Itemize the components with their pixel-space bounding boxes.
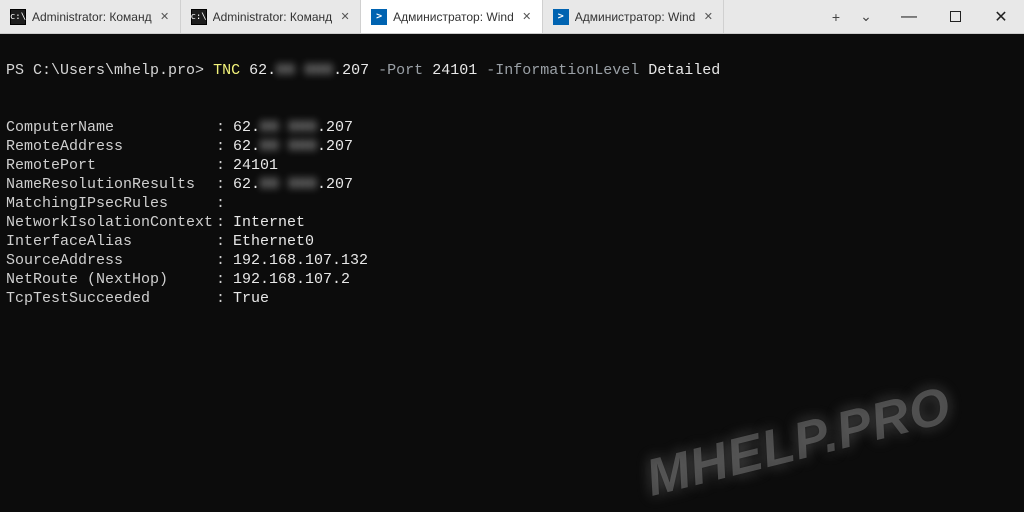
title-bar: c:\ Administrator: Команд ✕ c:\ Administrato… — [0, 0, 1024, 34]
result-row: SourceAddress:192.168.107.132 — [6, 251, 1018, 270]
result-value: 192.168.107.132 — [233, 251, 368, 270]
result-value: True — [233, 289, 269, 308]
tab-3[interactable]: > Администратор: Wind ✕ — [543, 0, 725, 33]
watermark: MHELP.PRO — [645, 396, 952, 490]
result-value: Internet — [233, 213, 305, 232]
tab-label: Administrator: Команд — [32, 10, 152, 24]
powershell-icon: > — [553, 9, 569, 25]
result-key: RemotePort — [6, 156, 216, 175]
result-key: TcpTestSucceeded — [6, 289, 216, 308]
ps-prompt: PS C:\Users\mhelp.pro> TNC 62.00 000.207… — [6, 62, 720, 79]
tab-strip: c:\ Administrator: Команд ✕ c:\ Administrato… — [0, 0, 816, 33]
result-row: TcpTestSucceeded:True — [6, 289, 1018, 308]
result-key: SourceAddress — [6, 251, 216, 270]
tab-label: Администратор: Wind — [575, 10, 696, 24]
cmd-icon: c:\ — [191, 9, 207, 25]
tab-label: Администратор: Wind — [393, 10, 514, 24]
close-tab-icon[interactable]: ✕ — [701, 10, 715, 24]
result-row: RemoteAddress:62.00 000.207 — [6, 137, 1018, 156]
tab-0[interactable]: c:\ Administrator: Команд ✕ — [0, 0, 181, 33]
close-window-button[interactable]: ✕ — [978, 0, 1024, 33]
result-value: 62.00 000.207 — [233, 175, 353, 194]
result-row: ComputerName:62.00 000.207 — [6, 118, 1018, 137]
minimize-button[interactable]: — — [886, 0, 932, 33]
result-key: NetRoute (NextHop) — [6, 270, 216, 289]
result-value: 24101 — [233, 156, 278, 175]
result-value: 62.00 000.207 — [233, 118, 353, 137]
result-row: RemotePort:24101 — [6, 156, 1018, 175]
terminal-output[interactable]: PS C:\Users\mhelp.pro> TNC 62.00 000.207… — [0, 34, 1024, 512]
result-row: NameResolutionResults:62.00 000.207 — [6, 175, 1018, 194]
result-value: Ethernet0 — [233, 232, 314, 251]
result-key: InterfaceAlias — [6, 232, 216, 251]
result-row: MatchingIPsecRules: — [6, 194, 1018, 213]
powershell-icon: > — [371, 9, 387, 25]
result-row: NetRoute (NextHop):192.168.107.2 — [6, 270, 1018, 289]
tab-dropdown-button[interactable]: ⌄ — [852, 3, 880, 31]
result-row: NetworkIsolationContext:Internet — [6, 213, 1018, 232]
result-key: RemoteAddress — [6, 137, 216, 156]
result-row: InterfaceAlias:Ethernet0 — [6, 232, 1018, 251]
result-key: MatchingIPsecRules — [6, 194, 216, 213]
result-key: NameResolutionResults — [6, 175, 216, 194]
tab-2[interactable]: > Администратор: Wind ✕ — [361, 0, 543, 33]
cmd-icon: c:\ — [10, 9, 26, 25]
close-tab-icon[interactable]: ✕ — [520, 10, 534, 24]
result-value: 62.00 000.207 — [233, 137, 353, 156]
window-controls: — ✕ — [886, 0, 1024, 33]
result-key: NetworkIsolationContext — [6, 213, 216, 232]
tab-controls: + ⌄ — [816, 0, 886, 33]
new-tab-button[interactable]: + — [822, 3, 850, 31]
tab-label: Administrator: Команд — [213, 10, 333, 24]
result-value: 192.168.107.2 — [233, 270, 350, 289]
tab-1[interactable]: c:\ Administrator: Команд ✕ — [181, 0, 362, 33]
result-key: ComputerName — [6, 118, 216, 137]
close-tab-icon[interactable]: ✕ — [158, 10, 172, 24]
maximize-button[interactable] — [932, 0, 978, 33]
close-tab-icon[interactable]: ✕ — [338, 10, 352, 24]
